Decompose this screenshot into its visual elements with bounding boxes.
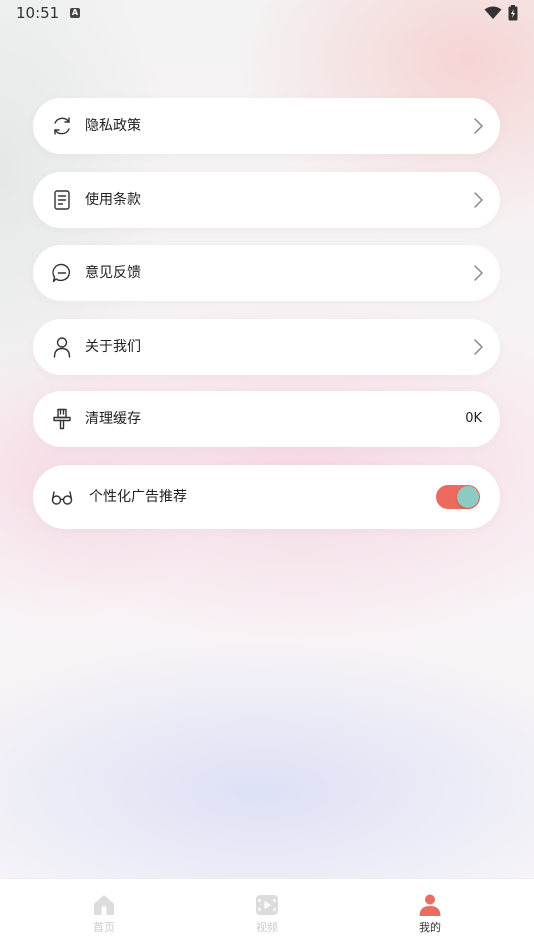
profile-icon xyxy=(419,894,441,916)
nav-item-home[interactable]: 首页 xyxy=(74,893,134,935)
menu-item-label: 使用条款 xyxy=(85,192,141,208)
chevron-right-icon xyxy=(474,118,483,134)
menu-item-label: 个性化广告推荐 xyxy=(89,489,187,505)
home-icon xyxy=(94,895,114,915)
brush-icon xyxy=(53,408,71,430)
chevron-right-icon xyxy=(474,192,483,208)
nav-item-video[interactable]: 视频 xyxy=(237,893,297,935)
menu-item-label: 隐私政策 xyxy=(85,118,141,134)
menu-item-privacy-policy[interactable]: 隐私政策 xyxy=(33,98,500,154)
chat-bubble-icon xyxy=(52,263,71,283)
menu-item-feedback[interactable]: 意见反馈 xyxy=(33,245,500,301)
chevron-right-icon xyxy=(474,265,483,281)
menu-item-terms-of-use[interactable]: 使用条款 xyxy=(33,172,500,228)
nav-label: 视频 xyxy=(256,921,278,934)
nav-label: 我的 xyxy=(419,921,441,934)
document-icon xyxy=(54,190,70,210)
wifi-icon xyxy=(484,6,502,19)
notification-a-icon: A xyxy=(70,8,80,18)
video-icon xyxy=(256,895,278,915)
person-icon xyxy=(53,337,71,358)
status-bar: 10:51 A xyxy=(0,0,534,28)
battery-icon xyxy=(508,5,518,21)
chevron-right-icon xyxy=(474,339,483,355)
menu-item-personalized-ads: 个性化广告推荐 xyxy=(33,465,500,529)
personalized-ads-toggle[interactable] xyxy=(436,485,480,509)
cache-size-value: 0K xyxy=(465,411,482,426)
menu-item-label: 清理缓存 xyxy=(85,411,141,427)
menu-item-clear-cache[interactable]: 清理缓存 0K xyxy=(33,391,500,447)
menu-item-label: 意见反馈 xyxy=(85,265,141,281)
nav-item-profile[interactable]: 我的 xyxy=(400,893,460,935)
menu-item-about-us[interactable]: 关于我们 xyxy=(33,319,500,375)
menu-item-label: 关于我们 xyxy=(85,339,141,355)
nav-label: 首页 xyxy=(93,921,115,934)
refresh-circle-icon xyxy=(54,117,70,135)
glasses-icon xyxy=(51,491,73,505)
toggle-knob xyxy=(457,486,479,508)
status-time: 10:51 xyxy=(16,4,60,22)
bottom-nav: 首页 视频 我的 xyxy=(0,878,534,951)
